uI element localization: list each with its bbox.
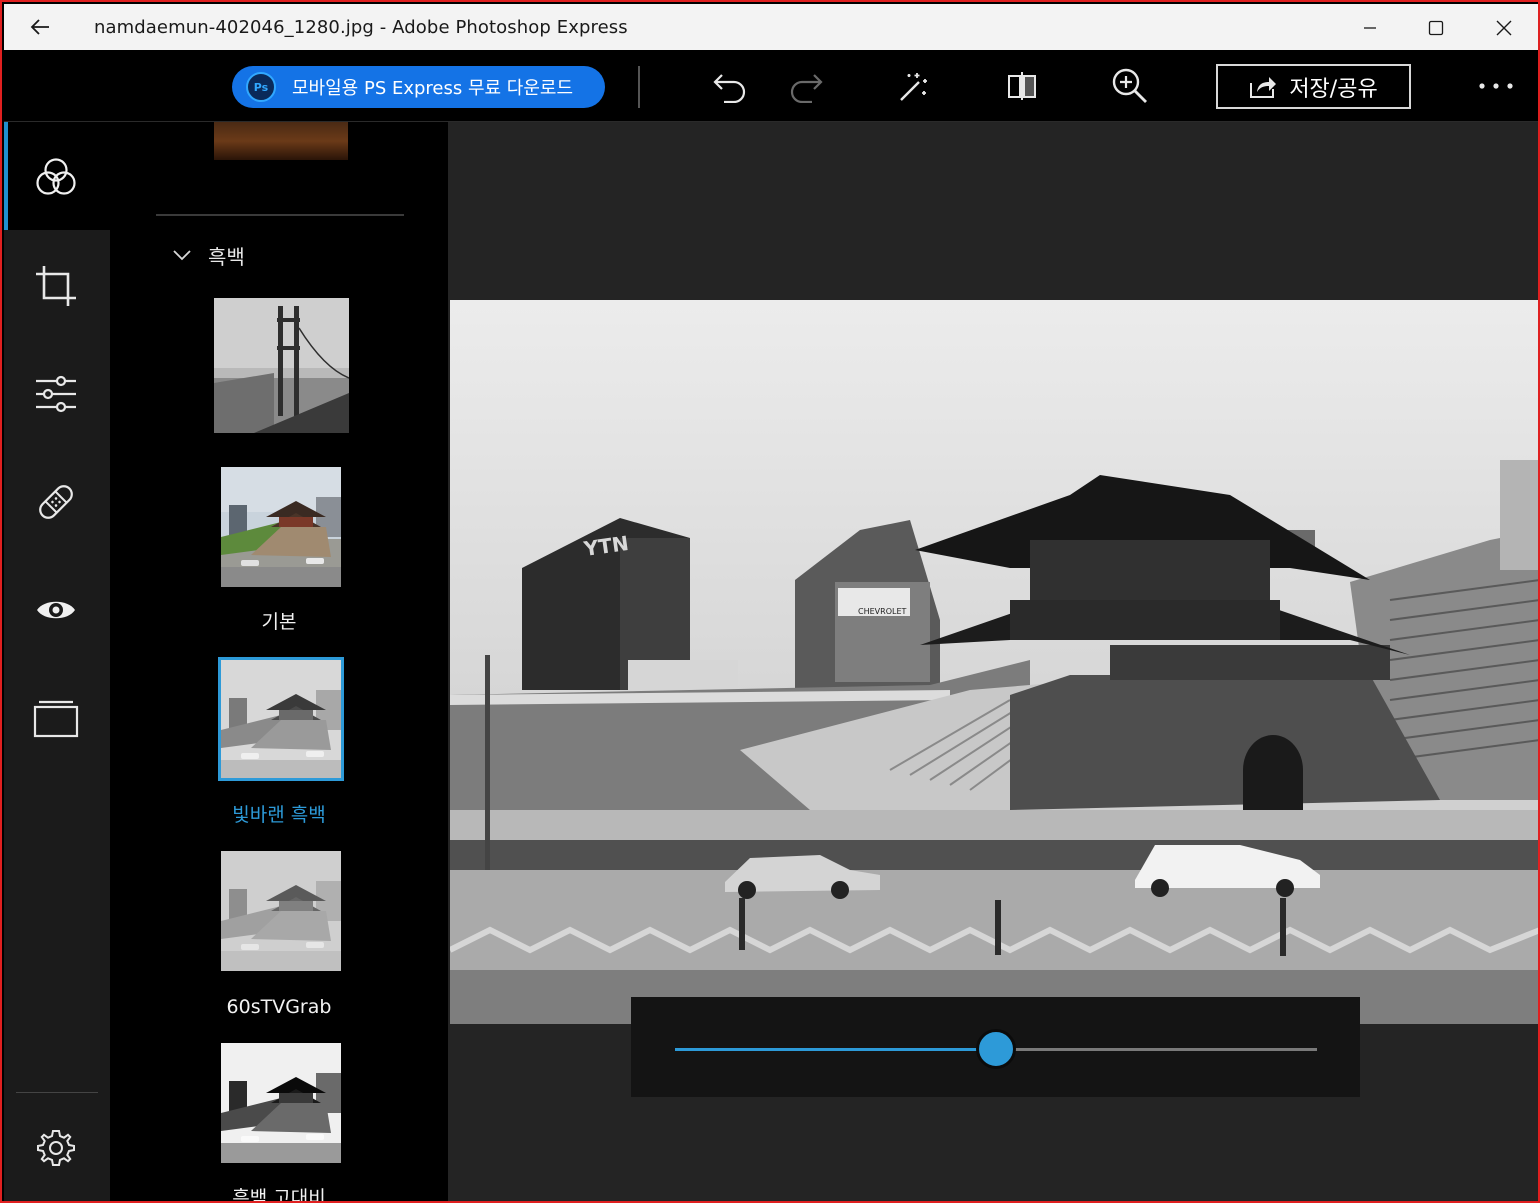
intensity-slider-fill: [675, 1048, 996, 1051]
intensity-slider-knob[interactable]: [976, 1029, 1016, 1069]
filter-item[interactable]: [110, 298, 448, 434]
more-button[interactable]: [1472, 64, 1520, 108]
promo-label: 모바일용 PS Express 무료 다운로드: [292, 78, 574, 99]
section-label: 흑백: [208, 244, 245, 269]
back-arrow-icon: [30, 19, 49, 35]
eye-icon: [37, 601, 75, 619]
tool-rail: [4, 122, 110, 1201]
filter-item[interactable]: 흑백 고대비: [110, 1043, 448, 1203]
maximize-button[interactable]: [1406, 8, 1466, 48]
filter-item-selected[interactable]: 빛바랜 흑백: [110, 657, 448, 830]
filter-item[interactable]: 60sTVGrab: [110, 851, 448, 1021]
back-button[interactable]: [22, 10, 58, 44]
undo-icon: [713, 74, 746, 103]
section-header-bw[interactable]: 흑백: [172, 240, 245, 270]
toolbar-divider: [638, 66, 640, 108]
gate-photo-thumbnail-color: [221, 467, 341, 587]
compare-button[interactable]: [998, 64, 1046, 108]
close-button[interactable]: [1474, 8, 1534, 48]
top-toolbar: Ps 모바일용 PS Express 무료 다운로드 저장/공유: [4, 50, 1538, 122]
looks-tool-button[interactable]: [24, 146, 88, 210]
gate-photo-thumbnail-60stv: [221, 851, 341, 971]
gate-photo-thumbnail-high-contrast: [221, 1043, 341, 1163]
borders-tool-button[interactable]: [24, 686, 88, 750]
section-separator: [156, 214, 404, 216]
chevron-down-icon: [173, 250, 191, 261]
undo-button[interactable]: [706, 64, 754, 108]
settings-icon: [37, 1130, 75, 1166]
crop-tool-button[interactable]: [24, 254, 88, 318]
ps-express-logo-icon: Ps: [246, 72, 276, 102]
filter-thumbnail: [221, 851, 341, 971]
maximize-icon: [1428, 20, 1444, 36]
looks-icon: [36, 158, 76, 195]
minimize-button[interactable]: [1340, 8, 1400, 48]
more-icon: [1479, 83, 1513, 89]
filter-thumbnail-previous[interactable]: [214, 122, 348, 160]
close-icon: [1496, 20, 1512, 36]
filter-name: 60sTVGrab: [226, 996, 332, 1018]
auto-fix-button[interactable]: [890, 64, 938, 108]
save-share-label: 저장/공유: [1289, 76, 1378, 102]
filter-thumbnail: [214, 298, 349, 433]
healing-tool-button[interactable]: [24, 470, 88, 534]
auto-fix-icon: [900, 73, 927, 101]
minimize-icon: [1364, 27, 1376, 29]
borders-icon: [33, 700, 79, 738]
edited-photo[interactable]: YTN CHEVROLET: [450, 300, 1538, 1024]
share-icon: [1250, 76, 1277, 98]
svg-text:CHEVROLET: CHEVROLET: [858, 607, 906, 616]
settings-button[interactable]: [24, 1116, 88, 1180]
crop-icon: [36, 266, 76, 306]
filter-name: 기본: [261, 611, 297, 633]
zoom-in-icon: [1112, 68, 1147, 103]
adjustments-tool-button[interactable]: [24, 362, 88, 426]
filter-panel: 흑백 기본 빛바랜 흑백 60sTVGrab 흑백 고대비: [110, 122, 448, 1203]
app-window: namdaemun-402046_1280.jpg - Adobe Photos…: [0, 0, 1540, 1203]
filter-thumbnail: [221, 1043, 341, 1163]
zoom-in-button[interactable]: [1106, 64, 1154, 108]
namdaemun-photo: YTN CHEVROLET: [450, 300, 1538, 1024]
filter-item[interactable]: 기본: [110, 467, 448, 637]
gate-photo-thumbnail-faded: [221, 660, 341, 778]
filter-thumbnail: [218, 657, 344, 781]
healing-icon: [39, 485, 73, 519]
filter-name: 빛바랜 흑백: [232, 804, 326, 826]
redo-button[interactable]: [782, 64, 830, 108]
window-title: namdaemun-402046_1280.jpg - Adobe Photos…: [94, 17, 628, 38]
save-share-button[interactable]: 저장/공유: [1216, 64, 1411, 109]
editor-canvas: YTN CHEVROLET: [448, 122, 1538, 1201]
rail-active-indicator: [4, 122, 8, 230]
redo-icon: [790, 74, 823, 103]
promo-download-button[interactable]: Ps 모바일용 PS Express 무료 다운로드: [232, 66, 605, 108]
rail-divider: [16, 1092, 98, 1093]
filter-thumbnail: [221, 467, 341, 587]
filter-name: 흑백 고대비: [232, 1187, 326, 1203]
title-bar: namdaemun-402046_1280.jpg - Adobe Photos…: [4, 4, 1538, 50]
compare-icon: [1008, 72, 1036, 100]
bridge-photo-thumbnail: [214, 298, 349, 433]
red-eye-tool-button[interactable]: [24, 578, 88, 642]
intensity-slider-track[interactable]: [675, 1029, 1317, 1069]
intensity-slider-panel: [631, 997, 1360, 1097]
adjustments-icon: [36, 375, 76, 413]
